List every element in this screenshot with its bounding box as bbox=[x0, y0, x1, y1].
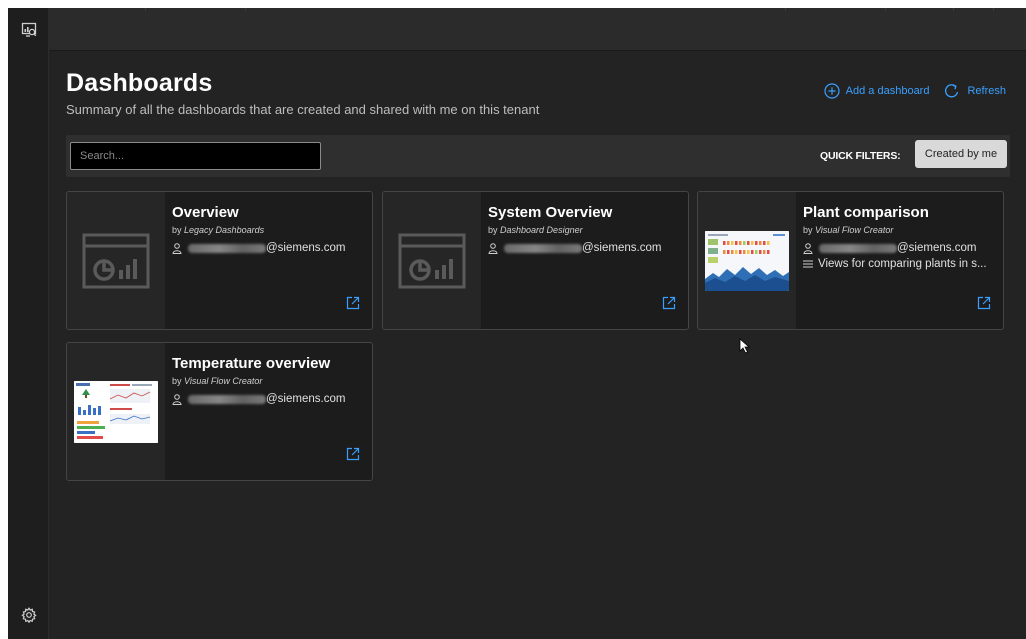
quick-filters-label: QUICK FILTERS: bbox=[820, 150, 901, 162]
dashboard-card[interactable]: System Overview by Dashboard Designer @s… bbox=[382, 191, 689, 330]
card-source: by Visual Flow Creator bbox=[172, 376, 263, 386]
plant-dashboard-preview bbox=[698, 192, 796, 329]
refresh-icon bbox=[945, 84, 959, 98]
main-content: Dashboards Summary of all the dashboards… bbox=[49, 51, 1026, 639]
mouse-cursor-icon bbox=[739, 338, 751, 359]
filter-bar: QUICK FILTERS: Created by me bbox=[66, 135, 1010, 177]
redacted-username bbox=[504, 243, 582, 253]
user-icon bbox=[172, 242, 182, 254]
header-segment bbox=[245, 8, 246, 11]
sidebar bbox=[8, 8, 49, 639]
card-description-text: Views for comparing plants in s... bbox=[818, 258, 987, 270]
add-circle-icon bbox=[824, 83, 840, 99]
page-subtitle: Summary of all the dashboards that are c… bbox=[66, 102, 540, 117]
header-segment bbox=[993, 8, 994, 11]
dashboard-card[interactable]: Overview by Legacy Dashboards @siemens.c… bbox=[66, 191, 373, 330]
open-external-icon[interactable] bbox=[346, 296, 360, 315]
card-body: System Overview by Dashboard Designer @s… bbox=[488, 204, 680, 254]
card-owner: @siemens.com bbox=[488, 242, 680, 254]
dashboard-monitor-icon[interactable] bbox=[8, 8, 49, 51]
header-segment bbox=[785, 8, 786, 11]
header-segment bbox=[953, 8, 954, 11]
card-body: Plant comparison by Visual Flow Creator … bbox=[803, 204, 995, 270]
open-external-icon[interactable] bbox=[662, 296, 676, 315]
user-icon bbox=[803, 242, 813, 254]
page-title: Dashboards bbox=[66, 69, 213, 97]
search-input[interactable] bbox=[70, 142, 321, 170]
card-body: Temperature overview by Visual Flow Crea… bbox=[172, 355, 364, 405]
card-title: System Overview bbox=[488, 204, 613, 221]
redacted-username bbox=[188, 394, 266, 404]
dashboard-placeholder-icon bbox=[67, 192, 165, 329]
card-owner-domain: @siemens.com bbox=[897, 242, 977, 254]
card-owner-domain: @siemens.com bbox=[582, 242, 662, 254]
card-description: Views for comparing plants in s... bbox=[803, 258, 995, 270]
user-icon bbox=[488, 242, 498, 254]
card-owner: @siemens.com bbox=[172, 242, 364, 254]
description-lines-icon bbox=[803, 260, 813, 268]
add-dashboard-button[interactable]: Add a dashboard bbox=[824, 83, 930, 99]
card-body: Overview by Legacy Dashboards @siemens.c… bbox=[172, 204, 364, 254]
card-source: by Visual Flow Creator bbox=[803, 225, 894, 235]
card-owner-domain: @siemens.com bbox=[266, 242, 346, 254]
header-segment bbox=[885, 8, 886, 11]
add-dashboard-label: Add a dashboard bbox=[845, 85, 930, 97]
user-icon bbox=[172, 393, 182, 405]
dashboard-card[interactable]: Plant comparison by Visual Flow Creator … bbox=[697, 191, 1004, 330]
header-segment bbox=[145, 8, 146, 11]
created-by-me-chip[interactable]: Created by me bbox=[915, 140, 1007, 168]
dashboard-card[interactable]: Temperature overview by Visual Flow Crea… bbox=[66, 342, 373, 481]
refresh-label: Refresh bbox=[967, 85, 1006, 97]
redacted-username bbox=[188, 243, 266, 253]
app-header-bar bbox=[49, 8, 1026, 51]
header-actions: Add a dashboard Refresh bbox=[824, 83, 1006, 99]
card-owner: @siemens.com bbox=[172, 393, 364, 405]
dashboard-placeholder-icon bbox=[383, 192, 481, 329]
settings-gear-icon[interactable] bbox=[8, 603, 49, 627]
card-title: Overview bbox=[172, 204, 239, 221]
card-title: Temperature overview bbox=[172, 355, 331, 372]
card-source: by Dashboard Designer bbox=[488, 225, 583, 235]
card-owner-domain: @siemens.com bbox=[266, 393, 346, 405]
card-title: Plant comparison bbox=[803, 204, 929, 221]
card-owner: @siemens.com bbox=[803, 242, 995, 254]
temperature-dashboard-preview bbox=[67, 343, 165, 480]
top-strip bbox=[0, 0, 1026, 8]
open-external-icon[interactable] bbox=[346, 447, 360, 466]
open-external-icon[interactable] bbox=[977, 296, 991, 315]
card-source: by Legacy Dashboards bbox=[172, 225, 265, 235]
redacted-username bbox=[819, 243, 897, 253]
refresh-button[interactable]: Refresh bbox=[943, 83, 1006, 99]
